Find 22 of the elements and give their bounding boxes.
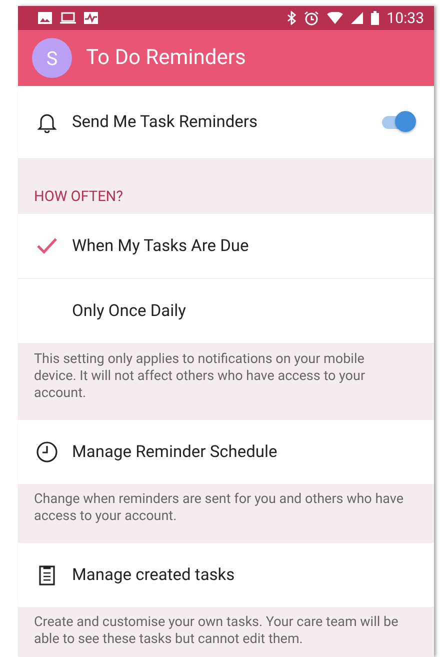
- help-text: This setting only applies to notifications on your mobile device. It will not affect others who have access to your account.: [34, 351, 366, 401]
- option-row[interactable]: When My Tasks Are Due: [18, 214, 434, 279]
- menu-row[interactable]: Manage created tasks: [18, 543, 434, 607]
- battery-icon: [370, 11, 379, 25]
- laptop-icon: [60, 12, 76, 24]
- screen-title: To Do Reminders: [86, 46, 246, 70]
- menu-row[interactable]: Manage Reminder Schedule: [18, 420, 434, 484]
- help-text: Create and customise your own tasks. Your care team will be able to see these tasks but cannot edit them.: [34, 614, 398, 647]
- toggle-switch[interactable]: [380, 111, 416, 133]
- clock-icon: [36, 441, 58, 463]
- setting-label: Send Me Task Reminders: [72, 112, 258, 132]
- help-text: Change when reminders are sent for you and others who have access to your account.: [34, 491, 404, 524]
- alarm-icon: [304, 10, 319, 26]
- wifi-icon: [326, 12, 343, 24]
- section-header: HOW OFTEN?: [34, 188, 124, 205]
- clipboard-icon: [36, 564, 58, 586]
- image-icon: [38, 12, 52, 24]
- bluetooth-icon: [286, 11, 296, 25]
- activity-icon: [84, 12, 98, 24]
- option-row[interactable]: Only Once Daily: [18, 279, 434, 344]
- clock-time: 10:33: [386, 9, 424, 27]
- signal-icon: [350, 12, 363, 24]
